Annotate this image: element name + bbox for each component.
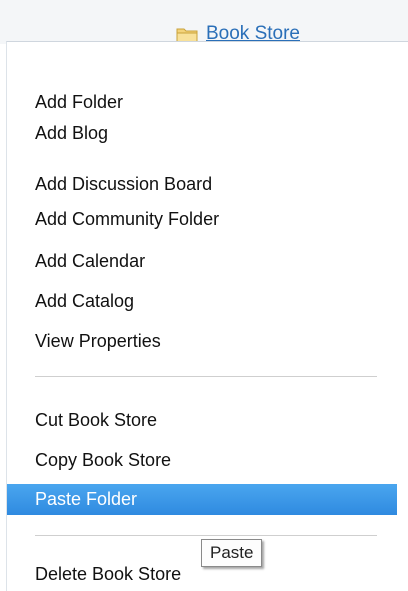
menu-separator [35,376,377,377]
menu-item-add-blog[interactable]: Add Blog [7,118,397,149]
menu-item-add-discussion-board[interactable]: Add Discussion Board [7,169,397,200]
menu-item-paste-folder[interactable]: Paste Folder [7,484,397,515]
context-menu: Add Folder Add Blog Add Discussion Board… [6,41,408,591]
tree-panel: Book Store [0,0,408,44]
menu-item-add-catalog[interactable]: Add Catalog [7,286,397,317]
menu-item-add-calendar[interactable]: Add Calendar [7,246,397,277]
menu-item-copy[interactable]: Copy Book Store [7,445,397,476]
menu-separator [35,535,377,536]
menu-item-cut[interactable]: Cut Book Store [7,405,397,436]
menu-item-add-community-folder[interactable]: Add Community Folder [7,204,397,235]
paste-tooltip: Paste [201,539,263,567]
menu-item-add-folder[interactable]: Add Folder [7,87,397,118]
menu-item-view-properties[interactable]: View Properties [7,326,397,357]
